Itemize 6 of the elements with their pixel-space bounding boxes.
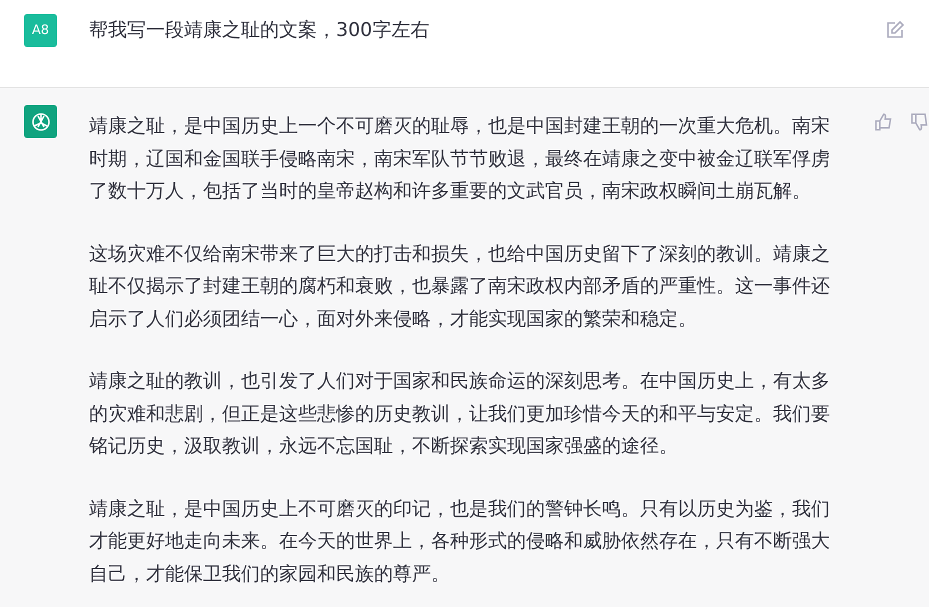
user-avatar: A8	[24, 14, 57, 47]
response-paragraph: 靖康之耻的教训，也引发了人们对于国家和民族命运的深刻思考。在中国历史上，有太多的灾难和悲剧，但正是这些悲惨的历史教训，让我们更加珍惜今天的和平与安定。我们要铭记历史，汲取教训，永远不忘国耻，不断探索实现国家强盛的途径。	[89, 369, 831, 459]
response-paragraph: 这场灾难不仅给南宋带来了巨大的打击和损失，也给中国历史留下了深刻的教训。靖康之耻不仅揭示了封建王朝的腐朽和衰败，也暴露了南宋政权内部矛盾的严重性。这一事件还启示了人们必须团结一心，面对外来侵略，才能实现国家的繁荣和稳定。	[89, 242, 831, 332]
user-message: 帮我写一段靖康之耻的文案，300字左右	[89, 18, 430, 43]
response-paragraph: 靖康之耻，是中国历史上一个不可磨灭的耻辱，也是中国封建王朝的一次重大危机。南宋时期，辽国和金国联手侵略南宋，南宋军队节节败退，最终在靖康之变中被金辽联军俘虏了数十万人，包括了当时的皇帝赵构和许多重要的文武官员，南宋政权瞬间土崩瓦解。	[89, 114, 831, 204]
response-paragraph: 靖康之耻，是中国历史上不可磨灭的印记，也是我们的警钟长鸣。只有以历史为鉴，我们才能更好地走向未来。在今天的世界上，各种形式的侵略和威胁依然存在，只有不断强大自己，才能保卫我们的家园和民族的尊严。	[89, 496, 831, 586]
